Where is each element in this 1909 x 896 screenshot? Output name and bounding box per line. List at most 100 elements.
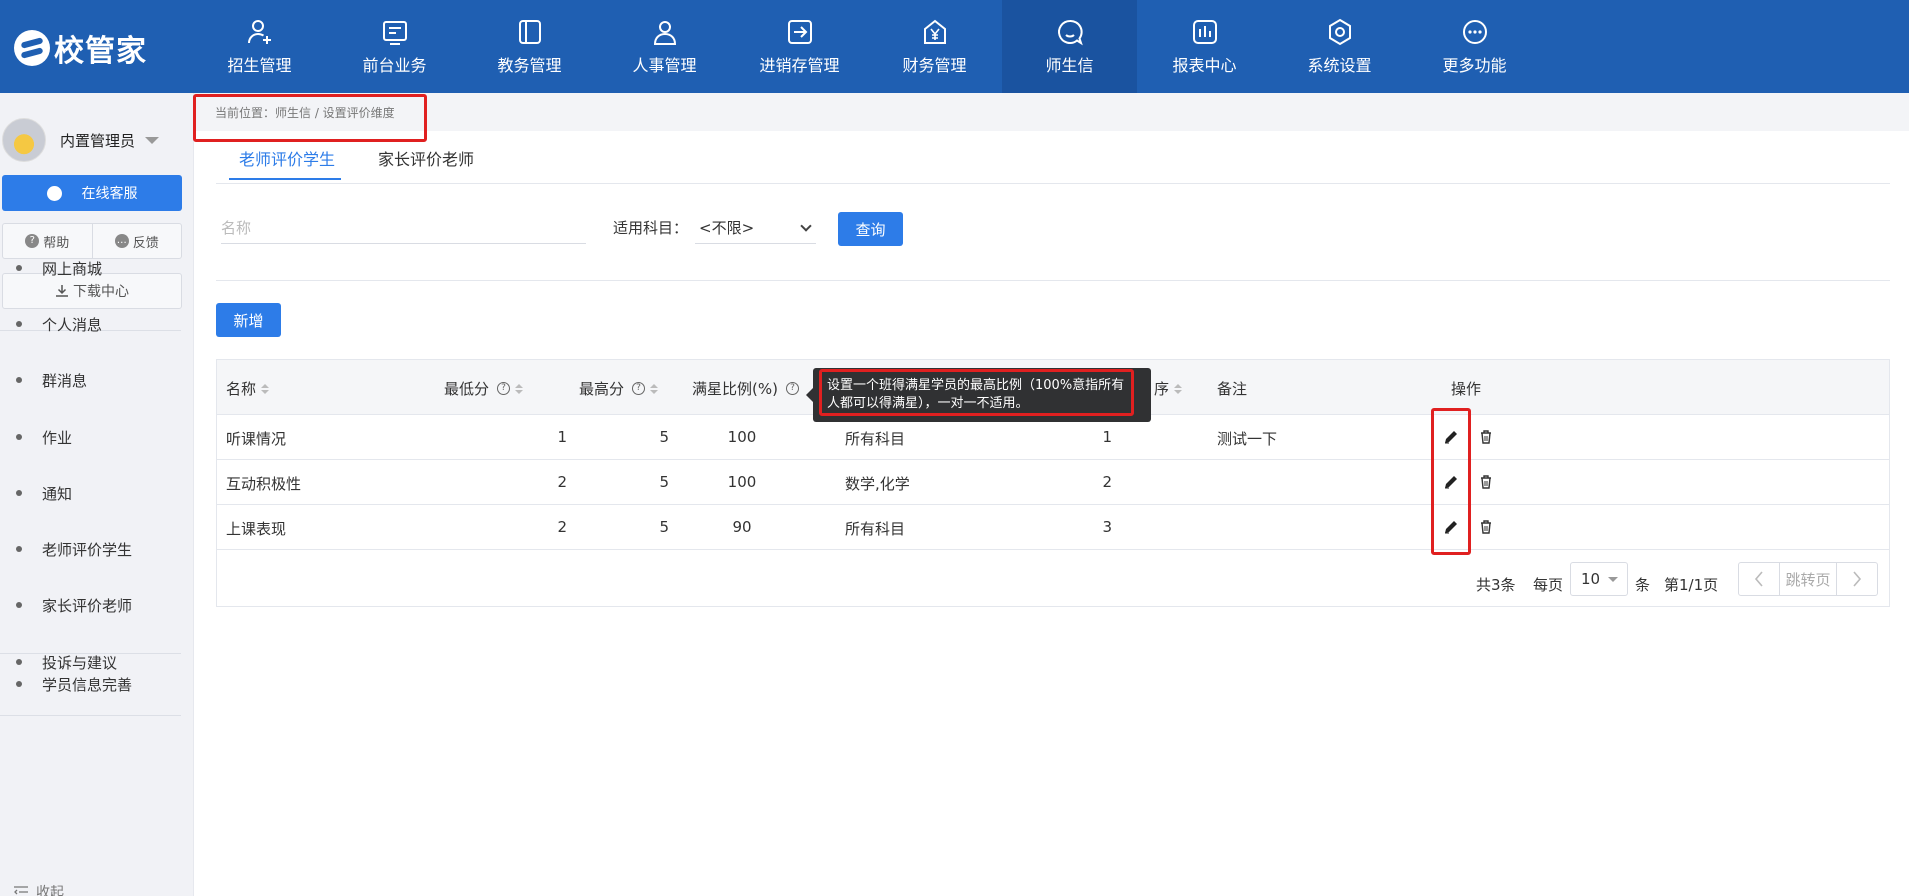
- pagination-nav: 跳转页: [1738, 562, 1878, 596]
- sort-icon[interactable]: [650, 383, 659, 394]
- sort-icon[interactable]: [1174, 383, 1183, 394]
- caret-down-icon: [1608, 576, 1619, 582]
- page-size-select[interactable]: 10: [1570, 562, 1628, 596]
- chevron-right-icon: [1853, 571, 1862, 587]
- bullet-icon: [16, 321, 22, 327]
- caret-down-icon[interactable]: [145, 136, 160, 144]
- tooltip-line: 设置一个班得满星学员的最高比例（100%意指所有: [827, 378, 1125, 393]
- nav-label: 报表中心: [1172, 55, 1237, 75]
- collapse-sidebar-button[interactable]: 收起: [14, 882, 64, 896]
- nav-label: 系统设置: [1307, 55, 1372, 75]
- ratio-help-tooltip: 设置一个班得满星学员的最高比例（100%意指所有 人都可以得满星），一对一不适用…: [806, 368, 1151, 422]
- nav-item-3[interactable]: 人事管理: [597, 0, 732, 93]
- table-row: 互动积极性 2 5 100 数学,化学 2: [217, 460, 1889, 505]
- nav-item-9[interactable]: 更多功能: [1407, 0, 1542, 93]
- delete-icon[interactable]: [1478, 519, 1494, 535]
- avatar[interactable]: [2, 118, 46, 162]
- sort-icon[interactable]: [515, 383, 524, 394]
- tab-parent-evaluates-teacher[interactable]: 家长评价老师: [378, 146, 474, 170]
- yen-house-icon: [921, 18, 949, 46]
- nav-item-5[interactable]: 财务管理: [867, 0, 1002, 93]
- nav-label: 招生管理: [227, 55, 292, 75]
- nav-item-1[interactable]: 前台业务: [327, 0, 462, 93]
- nav-label: 财务管理: [902, 55, 967, 75]
- sidebar-item-6[interactable]: 家长评价老师: [16, 593, 132, 617]
- cell-max: 5: [659, 518, 669, 536]
- header-label: 序: [1154, 380, 1170, 398]
- prev-page-button[interactable]: [1739, 563, 1779, 595]
- online-service-button[interactable]: 在线客服: [2, 175, 182, 211]
- sidebar-item-student-info[interactable]: 学员信息完善: [16, 672, 132, 696]
- next-page-button[interactable]: [1837, 563, 1877, 595]
- cell-remark: 测试一下: [1217, 430, 1278, 448]
- help-circle-icon[interactable]: ?: [497, 382, 511, 395]
- column-header-order[interactable]: 序: [1154, 378, 1183, 399]
- jump-page-input[interactable]: 跳转页: [1779, 563, 1837, 595]
- nav-item-0[interactable]: 招生管理: [192, 0, 327, 93]
- column-header-name[interactable]: 名称: [226, 378, 270, 399]
- collapse-label: 收起: [36, 885, 64, 896]
- chat-icon: [1056, 18, 1084, 46]
- main-nav: 招生管理 前台业务 教务管理 人事管理 进销存管理 财务管理 师生信 报表中心 系统设置 更多功能: [192, 0, 1542, 93]
- sidebar-item-label: 群消息: [42, 371, 88, 390]
- nav-item-6[interactable]: 师生信: [1002, 0, 1137, 93]
- cell-name: 上课表现: [226, 520, 287, 538]
- help-label: 帮助: [43, 235, 70, 251]
- user-plus-icon: [246, 18, 274, 46]
- sidebar-item-label: 学员信息完善: [42, 675, 133, 694]
- nav-item-2[interactable]: 教务管理: [462, 0, 597, 93]
- nav-item-7[interactable]: 报表中心: [1137, 0, 1272, 93]
- subject-select[interactable]: <不限>: [695, 212, 816, 244]
- tab-teacher-evaluates-student[interactable]: 老师评价学生: [239, 146, 335, 170]
- sidebar-item-2[interactable]: 群消息: [16, 368, 87, 392]
- help-circle-icon[interactable]: ?: [632, 382, 646, 395]
- nav-label: 教务管理: [497, 55, 562, 75]
- column-header-ratio[interactable]: 满星比例(%) ?: [692, 378, 799, 399]
- sidebar-item-5[interactable]: 老师评价学生: [16, 537, 132, 561]
- sidebar-item-0[interactable]: 网上商城: [16, 256, 102, 280]
- feedback-label: 反馈: [132, 235, 159, 251]
- pagination-unit: 条: [1635, 575, 1651, 594]
- subject-filter-label: 适用科目：: [613, 219, 689, 237]
- pagination-per-page-label: 每页: [1533, 575, 1564, 594]
- nav-label: 更多功能: [1442, 55, 1507, 75]
- cell-name: 听课情况: [226, 430, 287, 448]
- help-button[interactable]: ? 帮助: [3, 224, 93, 258]
- user-menu[interactable]: 内置管理员: [2, 116, 160, 164]
- delete-icon[interactable]: [1478, 429, 1494, 445]
- tooltip-line: 人都可以得满星），一对一不适用。: [827, 396, 1029, 411]
- table-row: 上课表现 2 5 90 所有科目 3: [217, 505, 1889, 550]
- header-label: 最高分: [579, 380, 625, 398]
- add-button[interactable]: 新增: [216, 303, 281, 337]
- bullet-icon: [16, 659, 22, 665]
- name-search-input[interactable]: [221, 212, 586, 244]
- nav-item-4[interactable]: 进销存管理: [732, 0, 867, 93]
- edit-icon[interactable]: [1443, 429, 1459, 445]
- sort-icon[interactable]: [261, 383, 270, 394]
- subject-select-value: <不限>: [699, 219, 755, 237]
- page-size-value: 10: [1581, 570, 1601, 588]
- nav-item-8[interactable]: 系统设置: [1272, 0, 1407, 93]
- chevron-down-icon: [800, 219, 812, 232]
- sidebar-item-3[interactable]: 作业: [16, 425, 72, 449]
- feedback-button[interactable]: … 反馈: [93, 224, 182, 258]
- bullet-icon: [16, 490, 22, 496]
- sidebar-item-1[interactable]: 个人消息: [16, 312, 102, 336]
- query-button[interactable]: 查询: [838, 212, 903, 246]
- delete-icon[interactable]: [1478, 474, 1494, 490]
- bullet-icon: [16, 602, 22, 608]
- help-circle-icon[interactable]: ?: [785, 382, 799, 395]
- cell-subject: 所有科目: [845, 520, 906, 538]
- sidebar-item-4[interactable]: 通知: [16, 481, 72, 505]
- sidebar-divider: [0, 715, 181, 716]
- column-header-min[interactable]: 最低分 ?: [444, 378, 524, 399]
- column-header-max[interactable]: 最高分 ?: [579, 378, 659, 399]
- app-logo[interactable]: 校管家: [14, 28, 147, 69]
- cell-subject: 所有科目: [845, 430, 906, 448]
- edit-icon[interactable]: [1443, 474, 1459, 490]
- question-icon: ?: [25, 234, 40, 248]
- cell-min: 2: [557, 473, 567, 491]
- help-feedback-group: ? 帮助 … 反馈: [2, 223, 182, 259]
- active-tab-indicator: [229, 178, 341, 180]
- edit-icon[interactable]: [1443, 519, 1459, 535]
